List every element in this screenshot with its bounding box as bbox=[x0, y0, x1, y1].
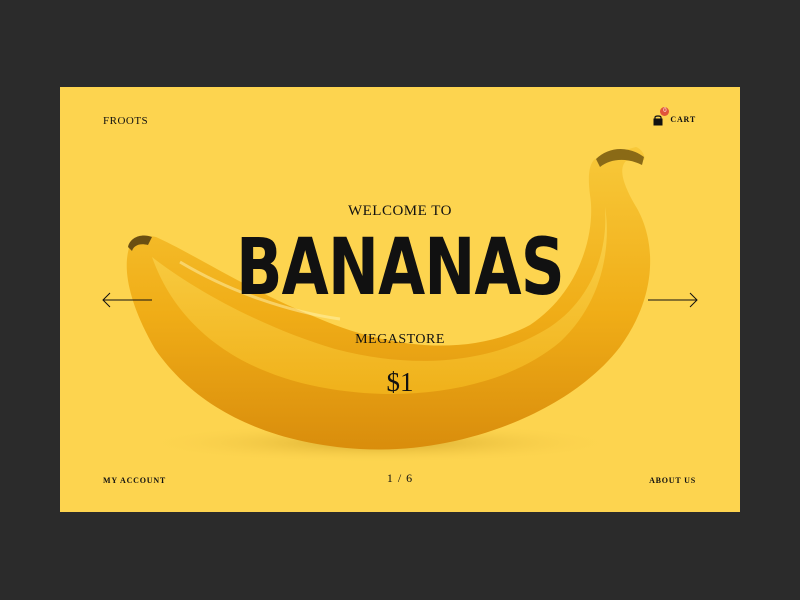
about-us-link[interactable]: ABOUT US bbox=[649, 476, 696, 485]
headline: BANANAS bbox=[236, 223, 565, 313]
welcome-text: WELCOME TO bbox=[347, 203, 453, 219]
cart-label: CART bbox=[670, 114, 696, 124]
cart-button[interactable]: 0 CART bbox=[652, 107, 696, 126]
arrow-right-icon[interactable] bbox=[647, 292, 699, 308]
brand-logo[interactable]: FROOTS bbox=[103, 115, 148, 127]
slide-pager: 1 / 6 bbox=[386, 471, 414, 485]
price: $1 bbox=[386, 367, 414, 397]
hero-slide: FROOTS 0 CART WELCOME TO BANANAS MEGASTO… bbox=[60, 87, 740, 512]
shopping-bag-icon: 0 bbox=[652, 107, 670, 126]
subheadline: MEGASTORE bbox=[355, 332, 445, 347]
cart-count-badge: 0 bbox=[660, 107, 670, 116]
arrow-left-icon[interactable] bbox=[101, 292, 153, 308]
